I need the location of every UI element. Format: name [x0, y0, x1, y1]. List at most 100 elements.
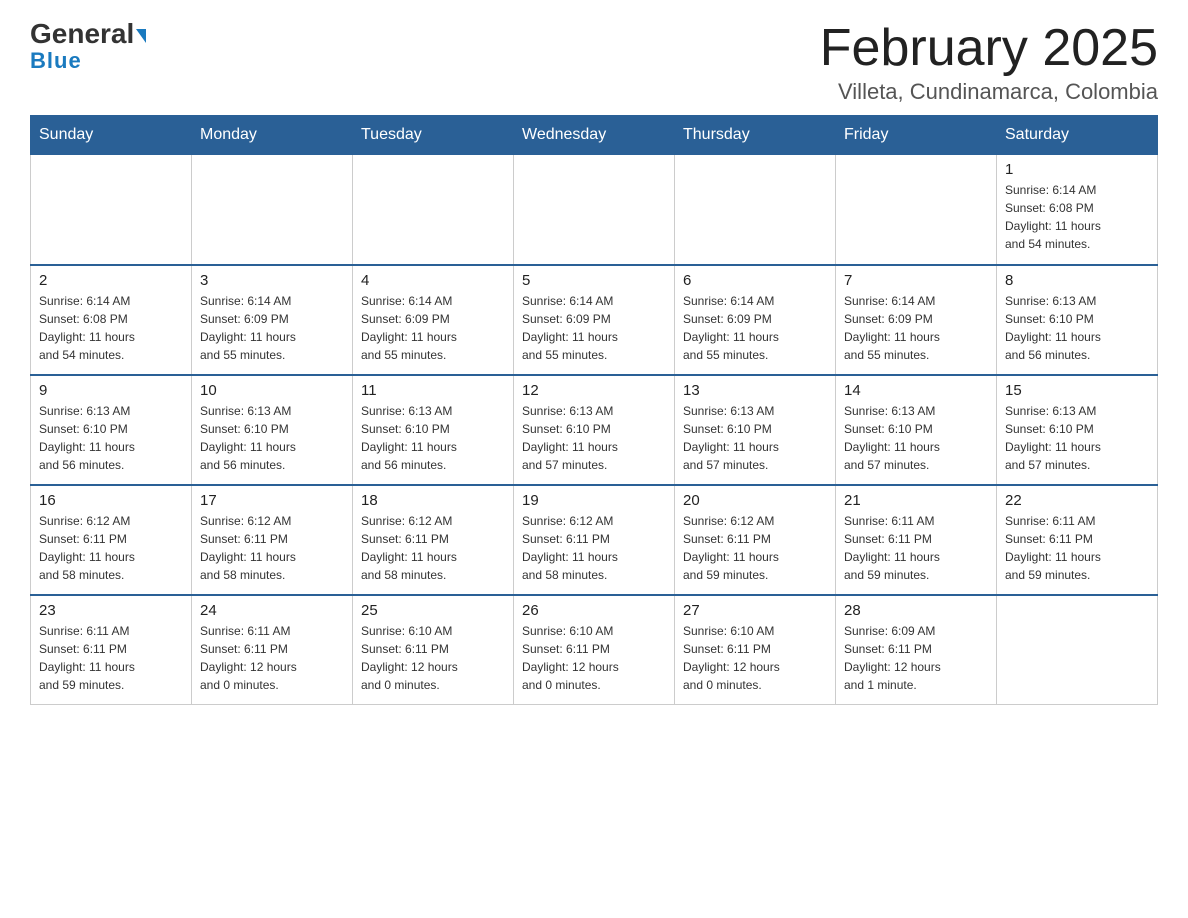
day-number: 16 [39, 492, 183, 509]
day-info: Sunrise: 6:10 AMSunset: 6:11 PMDaylight:… [522, 622, 666, 694]
day-info: Sunrise: 6:11 AMSunset: 6:11 PMDaylight:… [39, 622, 183, 694]
day-number: 6 [683, 272, 827, 289]
calendar-cell: 26 Sunrise: 6:10 AMSunset: 6:11 PMDayligh… [514, 595, 675, 705]
calendar-cell: 17 Sunrise: 6:12 AMSunset: 6:11 PMDayligh… [192, 485, 353, 595]
day-number: 15 [1005, 382, 1149, 399]
day-number: 9 [39, 382, 183, 399]
calendar-cell: 6 Sunrise: 6:14 AMSunset: 6:09 PMDaylight… [675, 265, 836, 375]
day-info: Sunrise: 6:11 AMSunset: 6:11 PMDaylight:… [1005, 512, 1149, 584]
day-number: 26 [522, 602, 666, 619]
week-row-2: 2 Sunrise: 6:14 AMSunset: 6:08 PMDaylight… [31, 265, 1158, 375]
calendar-cell: 11 Sunrise: 6:13 AMSunset: 6:10 PMDayligh… [353, 375, 514, 485]
calendar-cell: 8 Sunrise: 6:13 AMSunset: 6:10 PMDaylight… [997, 265, 1158, 375]
week-row-4: 16 Sunrise: 6:12 AMSunset: 6:11 PMDayligh… [31, 485, 1158, 595]
calendar-cell: 19Sunrise: 6:12 AMSunset: 6:11 PMDayligh… [514, 485, 675, 595]
day-number: 22 [1005, 492, 1149, 509]
month-title: February 2025 [820, 20, 1158, 77]
calendar-cell: 13 Sunrise: 6:13 AMSunset: 6:10 PMDayligh… [675, 375, 836, 485]
day-info: Sunrise: 6:14 AMSunset: 6:09 PMDaylight:… [200, 292, 344, 364]
day-number: 21 [844, 492, 988, 509]
day-info: Sunrise: 6:10 AMSunset: 6:11 PMDaylight:… [361, 622, 505, 694]
day-number: 28 [844, 602, 988, 619]
day-info: Sunrise: 6:14 AMSunset: 6:08 PMDaylight:… [1005, 181, 1149, 253]
day-number: 20 [683, 492, 827, 509]
calendar-cell: 28 Sunrise: 6:09 AMSunset: 6:11 PMDayligh… [836, 595, 997, 705]
weekday-header-monday: Monday [192, 116, 353, 155]
day-info: Sunrise: 6:13 AMSunset: 6:10 PMDaylight:… [844, 402, 988, 474]
day-info: Sunrise: 6:12 AMSunset: 6:11 PMDaylight:… [39, 512, 183, 584]
day-info: Sunrise: 6:12 AMSunset: 6:11 PMDaylight:… [683, 512, 827, 584]
weekday-header-saturday: Saturday [997, 116, 1158, 155]
calendar-cell: 7 Sunrise: 6:14 AMSunset: 6:09 PMDaylight… [836, 265, 997, 375]
week-row-5: 23 Sunrise: 6:11 AMSunset: 6:11 PMDayligh… [31, 595, 1158, 705]
day-info: Sunrise: 6:14 AMSunset: 6:09 PMDaylight:… [683, 292, 827, 364]
day-info: Sunrise: 6:10 AMSunset: 6:11 PMDaylight:… [683, 622, 827, 694]
weekday-header-friday: Friday [836, 116, 997, 155]
day-number: 3 [200, 272, 344, 289]
day-number: 8 [1005, 272, 1149, 289]
calendar-cell: 5Sunrise: 6:14 AMSunset: 6:09 PMDaylight… [514, 265, 675, 375]
calendar-cell: 15 Sunrise: 6:13 AMSunset: 6:10 PMDayligh… [997, 375, 1158, 485]
location-title: Villeta, Cundinamarca, Colombia [820, 79, 1158, 105]
weekday-header-row: SundayMondayTuesdayWednesdayThursdayFrid… [31, 116, 1158, 155]
day-info: Sunrise: 6:14 AMSunset: 6:09 PMDaylight:… [844, 292, 988, 364]
day-number: 2 [39, 272, 183, 289]
calendar-cell [675, 155, 836, 265]
calendar-cell: 25 Sunrise: 6:10 AMSunset: 6:11 PMDayligh… [353, 595, 514, 705]
calendar-cell: 20 Sunrise: 6:12 AMSunset: 6:11 PMDayligh… [675, 485, 836, 595]
day-number: 13 [683, 382, 827, 399]
calendar-cell [31, 155, 192, 265]
day-info: Sunrise: 6:09 AMSunset: 6:11 PMDaylight:… [844, 622, 988, 694]
day-number: 23 [39, 602, 183, 619]
calendar-cell: 12Sunrise: 6:13 AMSunset: 6:10 PMDayligh… [514, 375, 675, 485]
calendar-cell: 2 Sunrise: 6:14 AMSunset: 6:08 PMDaylight… [31, 265, 192, 375]
calendar-cell: 1 Sunrise: 6:14 AMSunset: 6:08 PMDaylight… [997, 155, 1158, 265]
calendar-cell: 3 Sunrise: 6:14 AMSunset: 6:09 PMDaylight… [192, 265, 353, 375]
day-number: 4 [361, 272, 505, 289]
day-number: 1 [1005, 161, 1149, 178]
week-row-1: 1 Sunrise: 6:14 AMSunset: 6:08 PMDaylight… [31, 155, 1158, 265]
calendar-cell: 14 Sunrise: 6:13 AMSunset: 6:10 PMDayligh… [836, 375, 997, 485]
calendar-cell: 18 Sunrise: 6:12 AMSunset: 6:11 PMDayligh… [353, 485, 514, 595]
day-info: Sunrise: 6:13 AMSunset: 6:10 PMDaylight:… [361, 402, 505, 474]
day-number: 27 [683, 602, 827, 619]
calendar-cell: 10Sunrise: 6:13 AMSunset: 6:10 PMDayligh… [192, 375, 353, 485]
day-info: Sunrise: 6:13 AMSunset: 6:10 PMDaylight:… [683, 402, 827, 474]
calendar-cell: 9Sunrise: 6:13 AMSunset: 6:10 PMDaylight… [31, 375, 192, 485]
day-number: 12 [522, 382, 666, 399]
week-row-3: 9 Sunrise: 6:13 AMSunset: 6:10 PMDaylight… [31, 375, 1158, 485]
day-info: Sunrise: 6:14 AMSunset: 6:08 PMDaylight:… [39, 292, 183, 364]
day-info: Sunrise: 6:13 AMSunset: 6:10 PMDaylight:… [1005, 292, 1149, 364]
header: General Blue February 2025 Villeta, Cund… [30, 20, 1158, 105]
day-number: 11 [361, 382, 505, 399]
day-number: 17 [200, 492, 344, 509]
calendar-cell: 16 Sunrise: 6:12 AMSunset: 6:11 PMDayligh… [31, 485, 192, 595]
day-number: 25 [361, 602, 505, 619]
calendar-cell: 22 Sunrise: 6:11 AMSunset: 6:11 PMDayligh… [997, 485, 1158, 595]
calendar-cell [192, 155, 353, 265]
calendar-table: SundayMondayTuesdayWednesdayThursdayFrid… [30, 115, 1158, 705]
weekday-header-tuesday: Tuesday [353, 116, 514, 155]
calendar-cell [353, 155, 514, 265]
logo: General Blue [30, 20, 146, 74]
calendar-cell: 4Sunrise: 6:14 AMSunset: 6:09 PMDaylight… [353, 265, 514, 375]
day-number: 18 [361, 492, 505, 509]
title-area: February 2025 Villeta, Cundinamarca, Col… [820, 20, 1158, 105]
logo-general-text: General [30, 20, 146, 48]
day-info: Sunrise: 6:13 AMSunset: 6:10 PMDaylight:… [1005, 402, 1149, 474]
calendar-cell: 23 Sunrise: 6:11 AMSunset: 6:11 PMDayligh… [31, 595, 192, 705]
day-number: 7 [844, 272, 988, 289]
day-info: Sunrise: 6:12 AMSunset: 6:11 PMDaylight:… [200, 512, 344, 584]
calendar-cell [514, 155, 675, 265]
calendar-cell: 21 Sunrise: 6:11 AMSunset: 6:11 PMDayligh… [836, 485, 997, 595]
day-info: Sunrise: 6:12 AMSunset: 6:11 PMDaylight:… [522, 512, 666, 584]
day-info: Sunrise: 6:12 AMSunset: 6:11 PMDaylight:… [361, 512, 505, 584]
day-number: 24 [200, 602, 344, 619]
day-number: 10 [200, 382, 344, 399]
day-number: 14 [844, 382, 988, 399]
calendar-cell [836, 155, 997, 265]
weekday-header-thursday: Thursday [675, 116, 836, 155]
day-info: Sunrise: 6:11 AMSunset: 6:11 PMDaylight:… [844, 512, 988, 584]
calendar-cell: 24 Sunrise: 6:11 AMSunset: 6:11 PMDayligh… [192, 595, 353, 705]
day-info: Sunrise: 6:11 AMSunset: 6:11 PMDaylight:… [200, 622, 344, 694]
